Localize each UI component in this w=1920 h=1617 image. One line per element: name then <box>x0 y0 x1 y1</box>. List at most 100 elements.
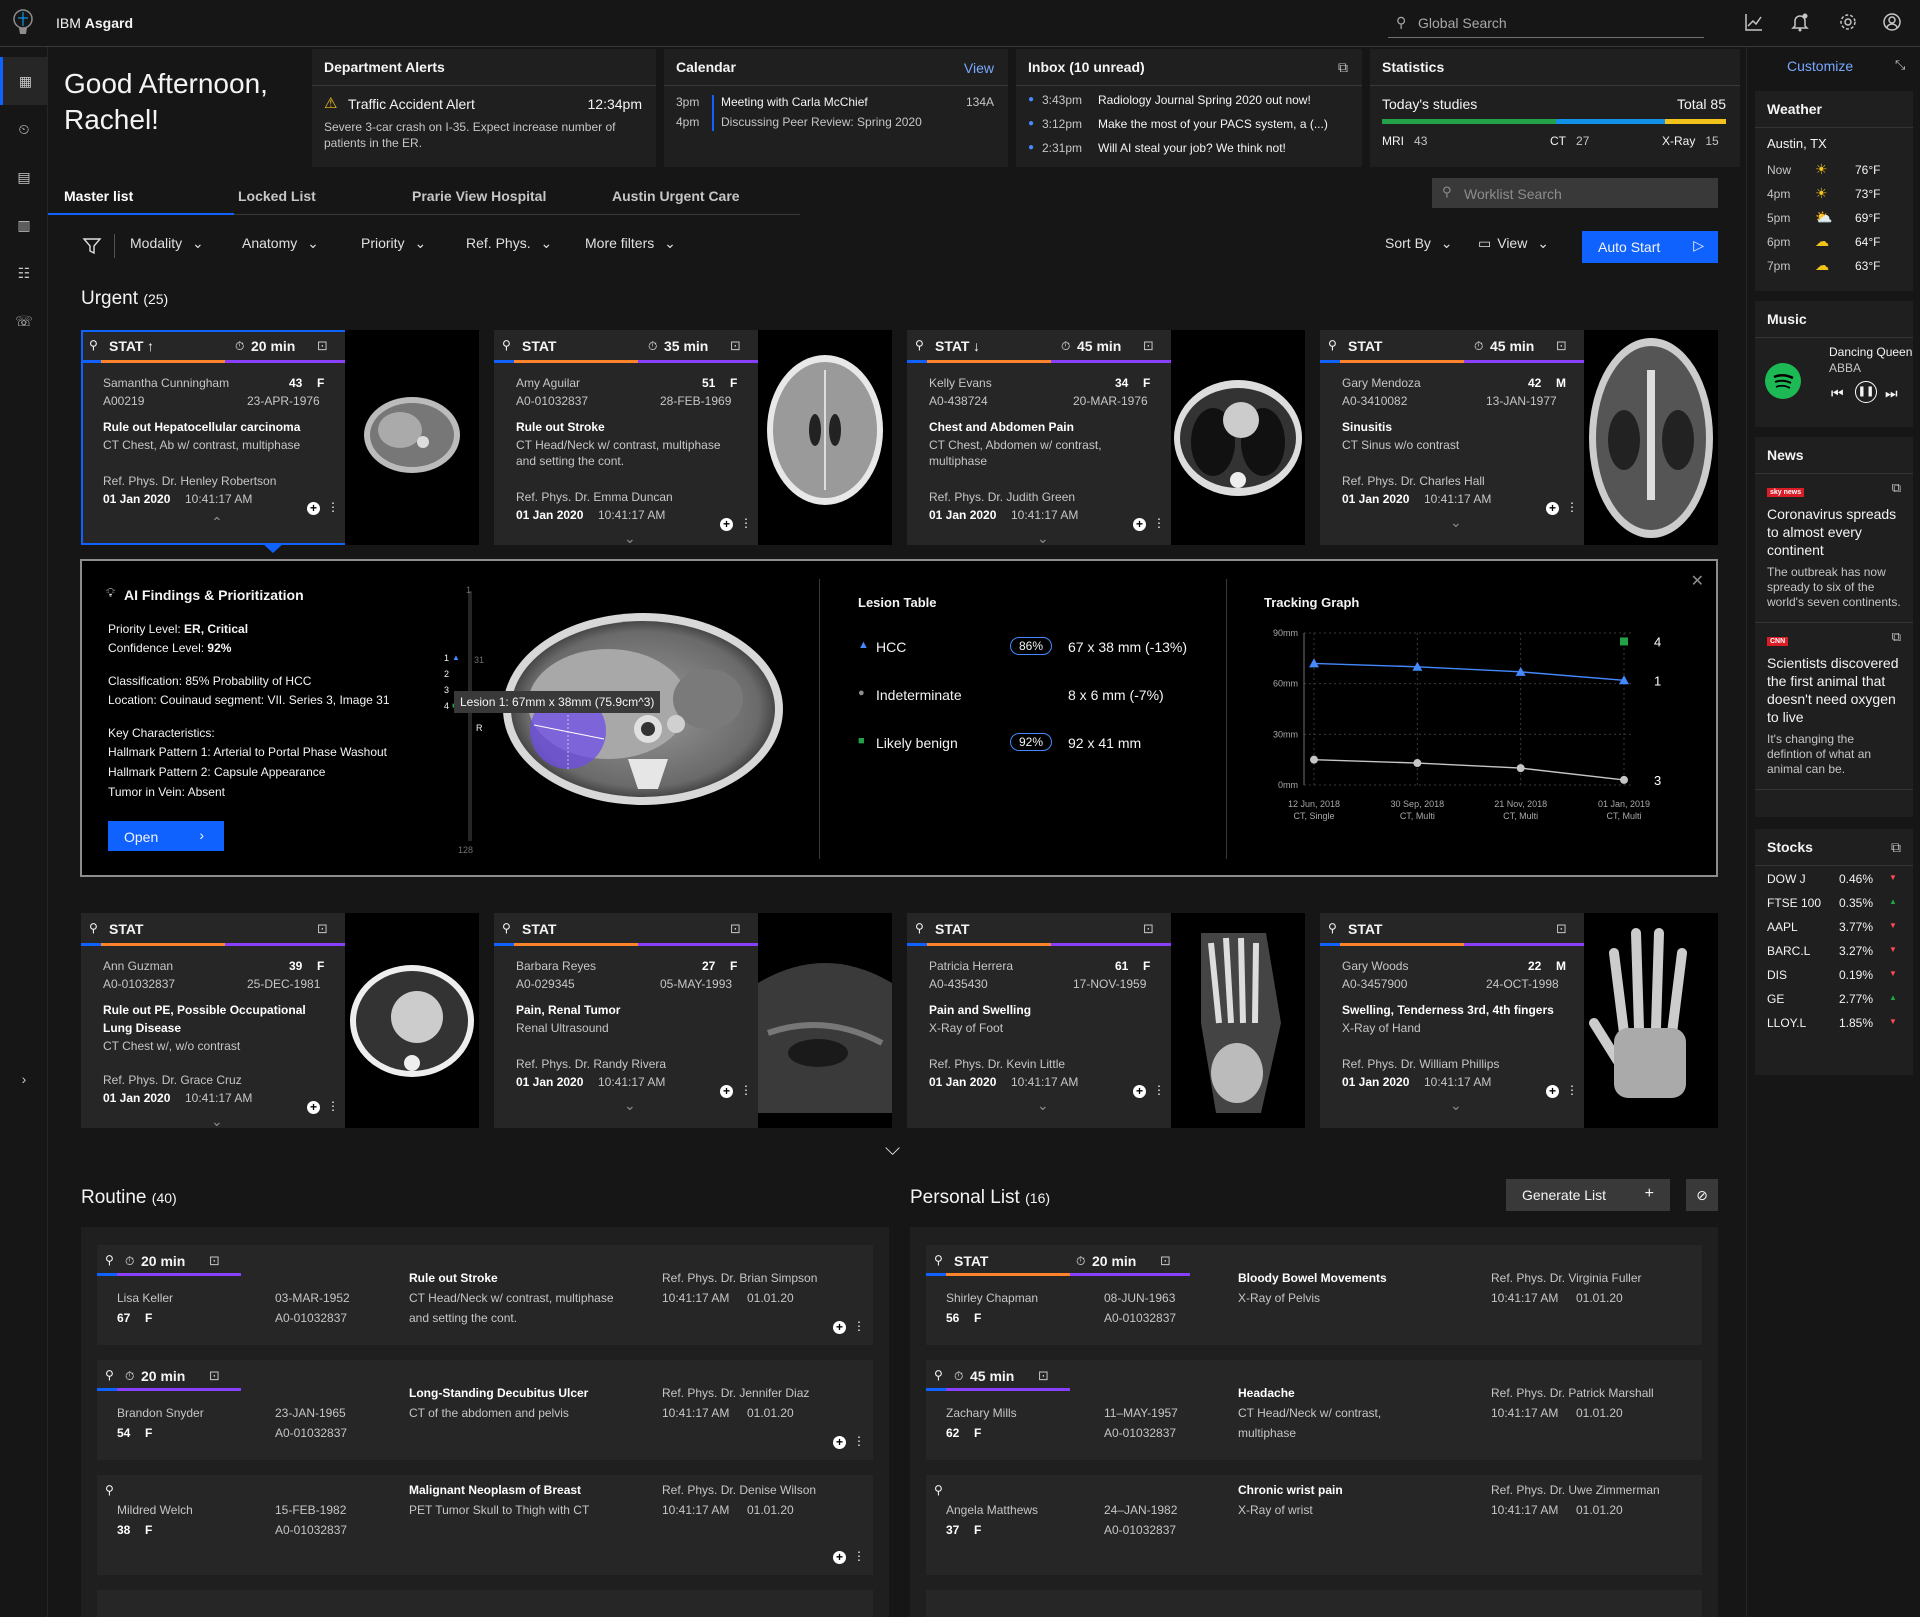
next-track-icon[interactable]: ⏭ <box>1885 385 1898 402</box>
alert-item-title[interactable]: Traffic Accident Alert <box>348 96 475 112</box>
filter-funnel-icon[interactable] <box>82 236 102 256</box>
overflow-menu-icon[interactable]: ⋮ <box>853 1549 865 1563</box>
urgent-card[interactable]: ⚲ STAT ⊡ Gary Woods 22 M A0-3457900 24-OCT-1998… <box>1320 913 1718 1128</box>
filter-more[interactable]: More filters ⌄ <box>585 235 676 252</box>
expand-chevron-icon[interactable]: ⌄ <box>1450 514 1462 531</box>
add-icon[interactable]: + <box>1546 1085 1559 1098</box>
news-item[interactable]: CNN ⧉ Scientists discovered the first anim… <box>1755 623 1913 790</box>
expand-chevron-icon[interactable]: ⌄ <box>624 1097 636 1114</box>
overflow-menu-icon[interactable]: ⋮ <box>1153 1083 1165 1097</box>
scan-thumbnail-image[interactable] <box>1171 913 1305 1128</box>
news-item[interactable]: sky news ⧉ Coronavirus spreads to almost e… <box>1755 474 1913 623</box>
list-row[interactable]: ⚲ STAT ⏱ 20 min ⊡ Shirley Chapman 56 F 08-JUN-19… <box>926 1245 1702 1345</box>
list-row[interactable]: ⚲ ⏱ 20 min ⊡ Brandon Snyder 54 F 23-JAN-1965 A0-… <box>97 1360 873 1460</box>
open-external-icon[interactable]: ⧉ <box>1892 629 1901 645</box>
overflow-menu-icon[interactable]: ⋮ <box>740 516 752 530</box>
calendar-event[interactable]: Discussing Peer Review: Spring 2020 <box>721 115 922 129</box>
list-row[interactable]: ⚲ Mildred Welch 38 F 15-FEB-1982 A0-01032837 M… <box>97 1475 873 1575</box>
scan-thumbnail-image[interactable] <box>1584 330 1718 545</box>
lock-icon[interactable]: ⊡ <box>1143 338 1154 354</box>
stock-row[interactable]: LLOY.L 1.85% ▼ <box>1755 1010 1913 1034</box>
scan-thumbnail-image[interactable] <box>345 913 479 1128</box>
lock-icon[interactable]: ⊡ <box>1556 338 1567 354</box>
expand-chevron-icon[interactable]: ⌄ <box>1037 1097 1049 1114</box>
nav-users-icon[interactable]: ☷ <box>0 249 48 297</box>
open-external-icon[interactable]: ⧉ <box>1338 59 1348 76</box>
news-headline[interactable]: Coronavirus spreads to almost every cont… <box>1767 505 1901 559</box>
urgent-card[interactable]: ⚲ STAT ⏱ 35 min ⊡ Amy Aguilar 51 F A0-01032837 28… <box>494 330 892 546</box>
list-row[interactable] <box>97 1590 873 1617</box>
lock-icon[interactable]: ⊡ <box>1143 921 1154 937</box>
stock-row[interactable]: DOW J 0.46% ▼ <box>1755 866 1913 890</box>
filter-priority[interactable]: Priority ⌄ <box>361 235 426 252</box>
collapse-icon[interactable]: ⤡ <box>1895 57 1905 73</box>
analytics-icon[interactable] <box>1744 12 1764 32</box>
customize-link[interactable]: Customize <box>1787 58 1853 74</box>
lock-icon[interactable]: ⊡ <box>209 1368 220 1384</box>
overflow-menu-icon[interactable]: ⋮ <box>853 1434 865 1448</box>
notifications-icon[interactable] <box>1790 12 1810 32</box>
add-icon[interactable]: + <box>833 1321 846 1334</box>
stock-row[interactable]: BARC.L 3.27% ▼ <box>1755 938 1913 962</box>
scan-thumbnail-image[interactable] <box>1584 913 1718 1128</box>
slice-scrollbar[interactable] <box>468 591 472 841</box>
add-icon[interactable]: + <box>1133 1085 1146 1098</box>
inbox-message[interactable]: Radiology Journal Spring 2020 out now! <box>1098 93 1311 107</box>
open-external-icon[interactable]: ⧉ <box>1892 480 1901 496</box>
generate-list-button[interactable]: Generate List + <box>1506 1179 1670 1211</box>
sort-by-dropdown[interactable]: Sort By ⌄ <box>1385 235 1453 252</box>
overflow-menu-icon[interactable]: ⋮ <box>327 1099 339 1113</box>
overflow-menu-icon[interactable]: ⋮ <box>327 500 339 514</box>
overflow-menu-icon[interactable]: ⋮ <box>853 1319 865 1333</box>
urgent-card[interactable]: ⚲ STAT ⊡ Barbara Reyes 27 F A0-029345 05-MAY-19… <box>494 913 892 1128</box>
scan-thumbnail-image[interactable] <box>1171 330 1305 545</box>
add-icon[interactable]: + <box>720 1085 733 1098</box>
worklist-search[interactable]: ⚲ Worklist Search <box>1432 178 1718 208</box>
add-icon[interactable]: + <box>833 1436 846 1449</box>
list-row[interactable] <box>926 1590 1702 1617</box>
urgent-card[interactable]: ⚲ STAT ⊡ Ann Guzman 39 F A0-01032837 25-DEC-198… <box>81 913 479 1129</box>
nav-expand-icon[interactable]: › <box>0 1055 48 1103</box>
lock-icon[interactable]: ⊡ <box>1160 1253 1171 1269</box>
open-button[interactable]: Open › <box>108 821 224 851</box>
expand-chevron-icon[interactable]: ⌵ <box>885 1138 900 1161</box>
filter-ref-phys[interactable]: Ref. Phys. ⌄ <box>466 235 552 252</box>
nav-clipboard-icon[interactable]: ▤ <box>0 153 48 201</box>
previous-track-icon[interactable]: ⏮ <box>1831 385 1844 402</box>
hide-eye-icon[interactable]: ⊘ <box>1686 1179 1718 1211</box>
user-profile-icon[interactable] <box>1882 12 1902 32</box>
news-headline[interactable]: Scientists discovered the first animal t… <box>1767 654 1901 726</box>
list-row[interactable]: ⚲ ⏱ 20 min ⊡ Lisa Keller 67 F 03-MAR-1952 A0-010… <box>97 1245 873 1345</box>
auto-start-button[interactable]: Auto Start ▷ <box>1582 231 1718 263</box>
lock-icon[interactable]: ⊡ <box>730 338 741 354</box>
calendar-event[interactable]: Meeting with Carla McChief <box>721 95 868 109</box>
urgent-card[interactable]: ⚲ STAT ⏱ 45 min ⊡ Gary Mendoza 42 M A0-3410082 13… <box>1320 330 1718 545</box>
tab-austin-urgent-care[interactable]: Austin Urgent Care <box>596 175 776 215</box>
overflow-menu-icon[interactable]: ⋮ <box>740 1083 752 1097</box>
tab-locked-list[interactable]: Locked List <box>222 175 362 215</box>
urgent-card[interactable]: ⚲ STAT ↑ ⏱ 20 min ⊡ Samantha Cunningham 43 F A002… <box>81 330 479 545</box>
lock-icon[interactable]: ⊡ <box>317 921 328 937</box>
filter-modality[interactable]: Modality ⌄ <box>130 235 204 252</box>
lock-icon[interactable]: ⊡ <box>730 921 741 937</box>
stock-row[interactable]: AAPL 3.77% ▼ <box>1755 914 1913 938</box>
lock-icon[interactable]: ⊡ <box>1038 1368 1049 1384</box>
settings-gear-icon[interactable] <box>1838 12 1858 32</box>
expand-chevron-icon[interactable]: ⌃ <box>211 514 223 531</box>
inbox-message[interactable]: Make the most of your PACS system, a (..… <box>1098 117 1328 131</box>
pause-icon[interactable]: ❚❚ <box>1855 381 1877 403</box>
view-dropdown[interactable]: ▭ View ⌄ <box>1478 235 1549 252</box>
stock-row[interactable]: GE 2.77% ▲ <box>1755 986 1913 1010</box>
add-icon[interactable]: + <box>833 1551 846 1564</box>
tab-master-list[interactable]: Master list <box>48 175 234 215</box>
list-row[interactable]: ⚲ ⏱ 45 min ⊡ Zachary Mills 62 F 11–MAY-1957 A0-0… <box>926 1360 1702 1460</box>
stock-row[interactable]: DIS 0.19% ▼ <box>1755 962 1913 986</box>
list-row[interactable]: ⚲ Angela Matthews 37 F 24–JAN-1982 A0-0103283… <box>926 1475 1702 1575</box>
tab-prarie-view-hospital[interactable]: Prarie View Hospital <box>396 175 576 215</box>
expand-chevron-icon[interactable]: ⌄ <box>1037 530 1049 547</box>
add-icon[interactable]: + <box>1546 502 1559 515</box>
nav-history-icon[interactable]: ⏲ <box>0 105 48 153</box>
urgent-card[interactable]: ⚲ STAT ↓ ⏱ 45 min ⊡ Kelly Evans 34 F A0-438724 20-… <box>907 330 1305 547</box>
nav-reports-icon[interactable]: ▥ <box>0 201 48 249</box>
add-icon[interactable]: + <box>307 1101 320 1114</box>
